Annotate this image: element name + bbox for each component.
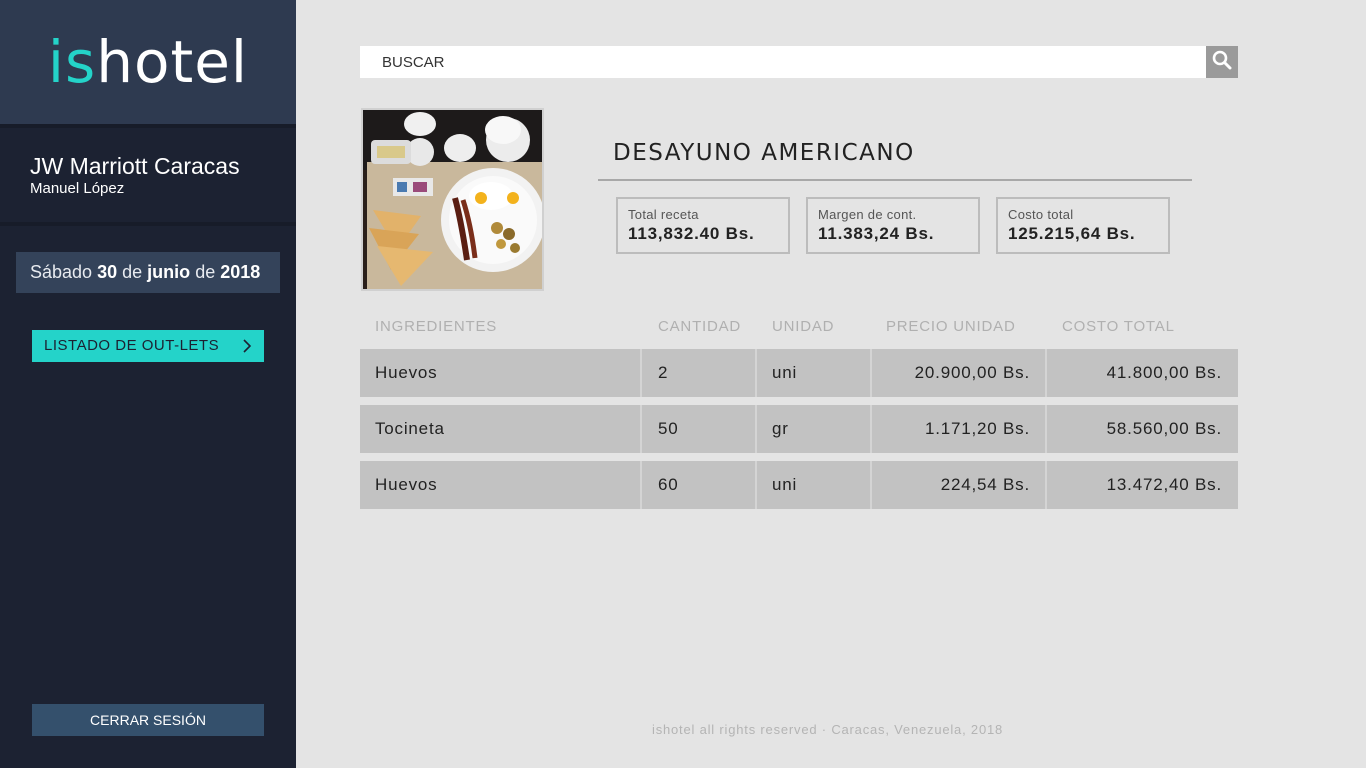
recipe-title: DESAYUNO AMERICANO [613,140,915,166]
cell-quantity: 50 [640,405,755,453]
cell-ingredient: Huevos [375,475,438,494]
header-costo-total: COSTO TOTAL [1062,318,1175,335]
stat-label: Total receta [628,207,699,222]
cell-unit-price: 224,54 Bs. [870,461,1046,509]
cell-total: 41.800,00 Bs. [1045,349,1238,397]
stat-costo-total: Costo total 125.215,64 Bs. [996,197,1170,254]
stat-margen-cont: Margen de cont. 11.383,24 Bs. [806,197,980,254]
stat-label: Costo total [1008,207,1074,222]
cell-total: 58.560,00 Bs. [1045,405,1238,453]
header-cantidad: CANTIDAD [658,318,742,335]
cell-quantity: 2 [640,349,755,397]
cell-unit: uni [755,349,870,397]
outlets-list-button[interactable]: LISTADO DE OUT-LETS [32,330,264,362]
user-name: Manuel López [30,180,125,197]
hotel-name: JW Marriott Caracas [30,153,240,179]
cell-ingredient: Tocineta [375,419,445,438]
sidebar: ishotel JW Marriott Caracas Manuel López… [0,0,296,768]
logout-button[interactable]: CERRAR SESIÓN [32,704,264,736]
table-row[interactable]: Huevos 60 uni 224,54 Bs. 13.472,40 Bs. [360,461,1238,509]
stat-value: 11.383,24 Bs. [818,224,935,243]
cell-unit: gr [755,405,870,453]
cell-unit-price: 1.171,20 Bs. [870,405,1046,453]
search-button[interactable] [1206,46,1238,78]
table-row[interactable]: Huevos 2 uni 20.900,00 Bs. 41.800,00 Bs. [360,349,1238,397]
search-icon [1212,50,1232,75]
cell-unit-price: 20.900,00 Bs. [870,349,1046,397]
divider [0,222,296,226]
chevron-right-icon [242,330,252,360]
logo-area: ishotel [0,0,296,124]
stat-value: 113,832.40 Bs. [628,224,755,243]
recipe-photo [361,108,544,291]
ishotel-logo[interactable]: ishotel [48,33,248,91]
outlets-list-label: LISTADO DE OUT-LETS [44,337,220,354]
cell-unit: uni [755,461,870,509]
current-date: Sábado 30 de junio de 2018 [16,252,280,293]
header-ingredientes: INGREDIENTES [375,318,498,335]
cell-ingredient: Huevos [375,363,438,382]
stat-value: 125.215,64 Bs. [1008,224,1136,243]
hotel-info: JW Marriott Caracas Manuel López [0,128,296,222]
cell-quantity: 60 [640,461,755,509]
title-divider [598,179,1192,181]
footer-text: ishotel all rights reserved · Caracas, V… [652,722,1004,737]
cell-total: 13.472,40 Bs. [1045,461,1238,509]
header-precio-unidad: PRECIO UNIDAD [886,318,1016,335]
stat-total-receta: Total receta 113,832.40 Bs. [616,197,790,254]
search-input[interactable] [360,46,1206,78]
stat-label: Margen de cont. [818,207,917,222]
table-row[interactable]: Tocineta 50 gr 1.171,20 Bs. 58.560,00 Bs… [360,405,1238,453]
header-unidad: UNIDAD [772,318,835,335]
